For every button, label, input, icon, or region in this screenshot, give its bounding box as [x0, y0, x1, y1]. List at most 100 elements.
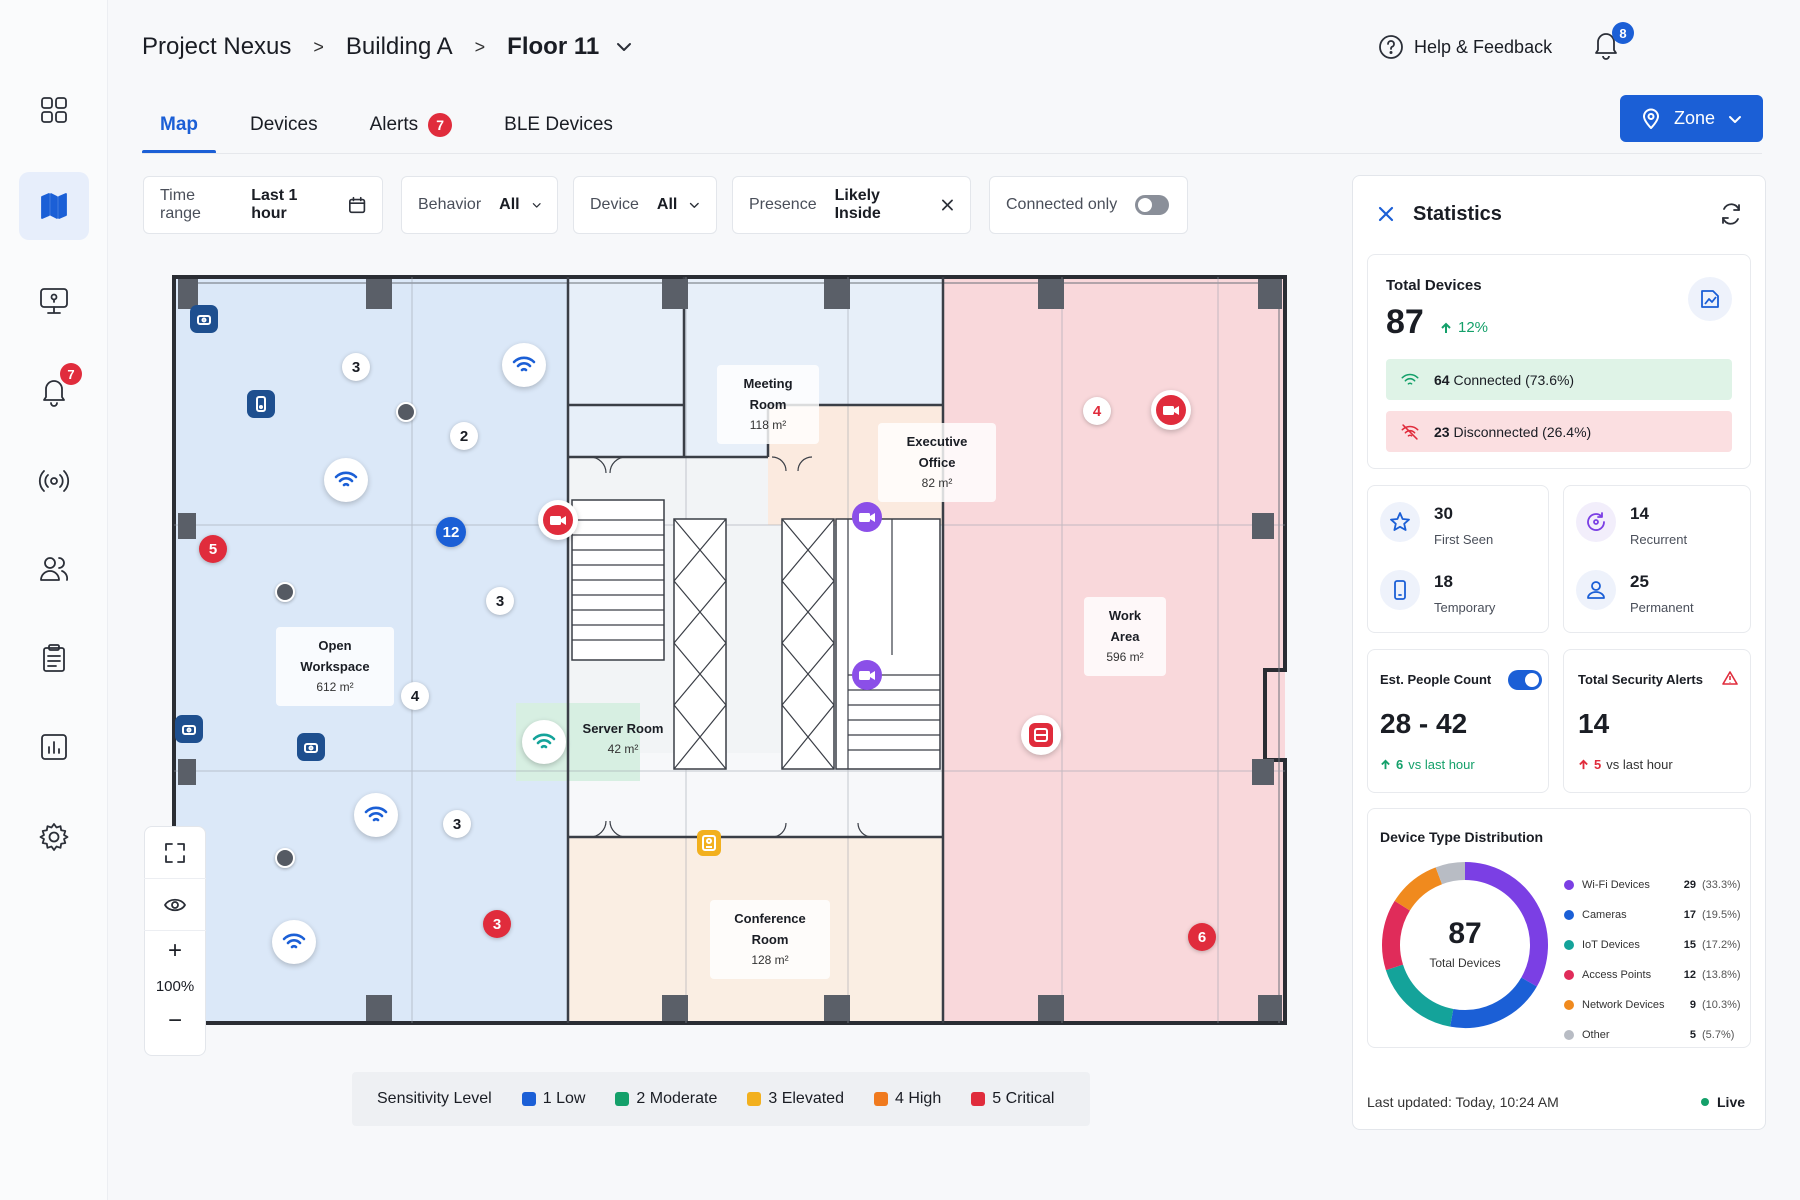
statistics-title: Statistics	[1413, 202, 1502, 225]
connected-only-toggle[interactable]	[1135, 195, 1170, 215]
nav-reports[interactable]	[19, 624, 89, 692]
room-label-conference[interactable]: Conference Room 128 m²	[710, 900, 830, 979]
close-icon[interactable]	[1377, 205, 1395, 223]
arrow-up-icon	[1579, 759, 1588, 770]
zoom-out-button[interactable]: −	[144, 1001, 206, 1041]
ble-beacon[interactable]	[190, 305, 218, 333]
tab-map[interactable]: Map	[142, 96, 216, 154]
floor-dropdown[interactable]	[615, 38, 633, 56]
ble-beacon[interactable]	[175, 715, 203, 743]
fullscreen-button[interactable]	[144, 827, 206, 879]
donut-segment[interactable]	[1435, 862, 1466, 885]
wifi-access-point[interactable]	[522, 720, 566, 764]
donut-segment[interactable]	[1394, 867, 1443, 911]
disconnected-summary[interactable]: 23 Disconnected (26.4%)	[1386, 411, 1732, 452]
camera-device[interactable]	[1151, 390, 1191, 430]
behavior-filter[interactable]: Behavior All	[401, 176, 558, 234]
camera-device[interactable]	[538, 500, 578, 540]
tab-ble-devices[interactable]: BLE Devices	[486, 96, 631, 154]
wifi-access-point[interactable]	[354, 793, 398, 837]
camera-device[interactable]	[847, 497, 887, 537]
distribution-row[interactable]: Wi-Fi Devices 29 (33.3%)	[1564, 879, 1744, 891]
device-filter[interactable]: Device All	[573, 176, 717, 234]
visibility-button[interactable]	[144, 879, 206, 931]
nav-settings[interactable]	[19, 803, 89, 871]
nav-dashboard[interactable]	[19, 76, 89, 144]
distribution-row[interactable]: Other 5 (5.7%)	[1564, 1029, 1744, 1041]
device-cluster-pin[interactable]: 3	[342, 353, 370, 381]
wifi-icon	[364, 806, 388, 822]
nav-monitor[interactable]	[19, 267, 89, 335]
disconnected-label: Disconnected (26.4%)	[1453, 423, 1592, 440]
unknown-device-dot[interactable]	[275, 848, 295, 868]
people-count-toggle[interactable]	[1508, 670, 1542, 690]
time-range-filter[interactable]: Time range Last 1 hour	[143, 176, 383, 234]
alert-cluster-pin[interactable]: 6	[1188, 923, 1216, 951]
first-seen-stat[interactable]: 30 First Seen	[1380, 502, 1493, 547]
alert-cluster-pin[interactable]: 3	[483, 910, 511, 938]
zoom-in-button[interactable]: +	[144, 931, 206, 971]
distribution-title: Device Type Distribution	[1380, 829, 1544, 845]
floor-plan-map[interactable]: Meeting Room 118 m² Executive Office 82 …	[172, 275, 1287, 1027]
ble-beacon[interactable]	[297, 733, 325, 761]
distribution-row[interactable]: Network Devices 9 (10.3%)	[1564, 999, 1744, 1011]
notifications-button[interactable]: 8	[1590, 22, 1634, 64]
wifi-access-point[interactable]	[272, 920, 316, 964]
router-icon	[182, 725, 196, 735]
alert-cluster-pin[interactable]: 4	[1083, 397, 1111, 425]
distribution-swatch	[1564, 1000, 1574, 1010]
distribution-row[interactable]: Cameras 17 (19.5%)	[1564, 909, 1744, 921]
tab-alerts[interactable]: Alerts 7	[352, 96, 471, 154]
tab-devices[interactable]: Devices	[232, 96, 336, 154]
iot-device[interactable]	[689, 823, 729, 863]
nav-alerts[interactable]: 7	[19, 357, 89, 425]
temporary-stat[interactable]: 18 Temporary	[1380, 570, 1495, 615]
nav-map[interactable]	[19, 172, 89, 240]
access-control-device[interactable]	[1021, 715, 1061, 755]
presence-filter[interactable]: Presence Likely Inside	[732, 176, 971, 234]
room-label-open-workspace[interactable]: Open Workspace 612 m²	[276, 627, 394, 706]
zone-button-label: Zone	[1673, 108, 1716, 128]
change-value: 6	[1396, 757, 1404, 772]
device-cluster-pin[interactable]: 3	[486, 587, 514, 615]
camera-icon	[859, 513, 875, 522]
permanent-stat[interactable]: 25 Permanent	[1576, 570, 1694, 615]
export-button[interactable]	[1688, 277, 1732, 321]
device-cluster-pin[interactable]: 3	[443, 810, 471, 838]
device-cluster-pin[interactable]: 4	[401, 682, 429, 710]
alert-cluster-pin[interactable]: 5	[199, 535, 227, 563]
ble-beacon[interactable]	[247, 390, 275, 418]
security-alerts-card[interactable]: Total Security Alerts 14 5 vs last hour	[1563, 649, 1751, 793]
nav-sensors[interactable]	[19, 447, 89, 515]
room-label-executive[interactable]: Executive Office 82 m²	[878, 423, 996, 502]
wifi-access-point[interactable]	[502, 343, 546, 387]
breadcrumb-building[interactable]: Building A	[346, 33, 453, 61]
distribution-label: Network Devices	[1582, 999, 1665, 1011]
zone-button[interactable]: Zone	[1620, 95, 1763, 142]
breadcrumb-floor[interactable]: Floor 11	[507, 33, 599, 61]
recurrent-stat[interactable]: 14 Recurrent	[1576, 502, 1687, 547]
tab-label: Map	[160, 114, 198, 135]
wifi-access-point[interactable]	[324, 458, 368, 502]
nav-analytics[interactable]	[19, 713, 89, 781]
device-cluster-pin-selected[interactable]: 12	[436, 517, 466, 547]
room-area: 42 m²	[607, 742, 639, 756]
notification-count-badge: 8	[1612, 22, 1634, 44]
close-icon[interactable]	[941, 198, 954, 212]
donut-segment[interactable]	[1450, 977, 1537, 1028]
room-label-server[interactable]: Server Room 42 m²	[572, 710, 674, 768]
unknown-device-dot[interactable]	[396, 402, 416, 422]
breadcrumb-project[interactable]: Project Nexus	[142, 33, 291, 61]
nav-people[interactable]	[19, 535, 89, 603]
distribution-row[interactable]: Access Points 12 (13.8%)	[1564, 969, 1744, 981]
refresh-icon[interactable]	[1719, 202, 1743, 226]
donut-segment[interactable]	[1385, 964, 1454, 1027]
help-feedback-button[interactable]: Help & Feedback	[1378, 32, 1552, 62]
device-cluster-pin[interactable]: 2	[450, 422, 478, 450]
unknown-device-dot[interactable]	[275, 582, 295, 602]
room-label-meeting[interactable]: Meeting Room 118 m²	[717, 365, 819, 444]
connected-summary[interactable]: 64 Connected (73.6%)	[1386, 359, 1732, 400]
room-label-work-area[interactable]: Work Area 596 m²	[1084, 597, 1166, 676]
camera-device[interactable]	[847, 655, 887, 695]
distribution-row[interactable]: IoT Devices 15 (17.2%)	[1564, 939, 1744, 951]
